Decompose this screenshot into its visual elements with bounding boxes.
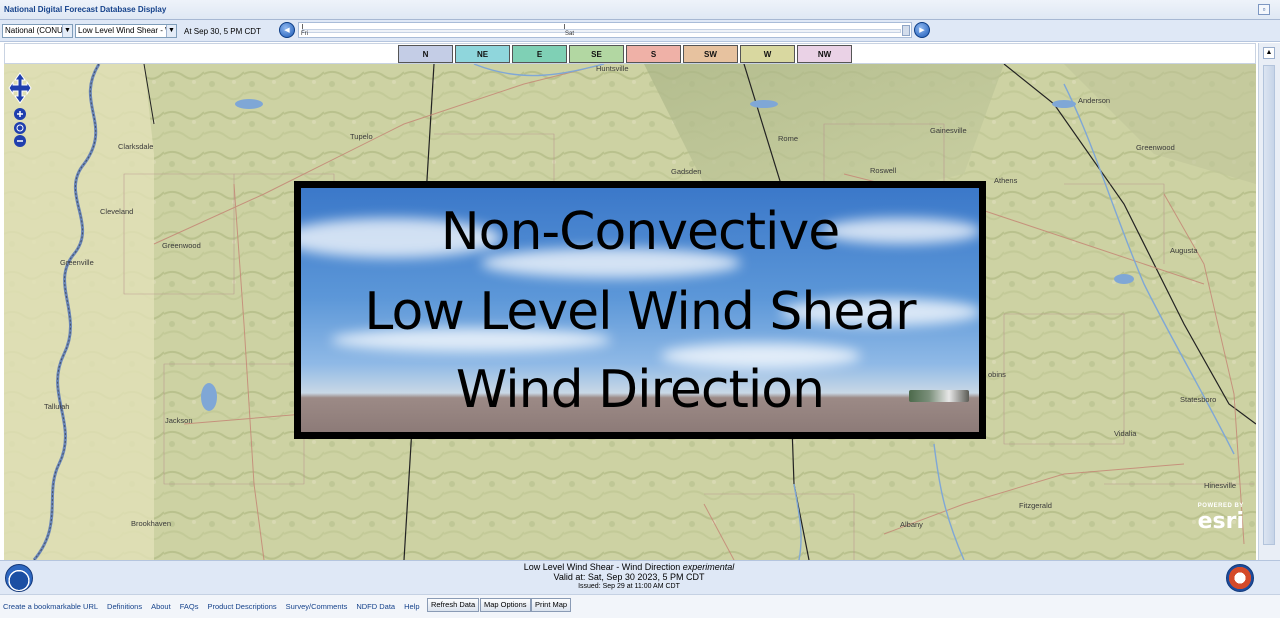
window-title: National Digital Forecast Database Displ… — [4, 5, 167, 14]
esri-logo: POWERED BY esri — [1198, 503, 1244, 534]
map-city-label: Jackson — [165, 416, 193, 425]
legend-item-e: E — [512, 45, 567, 63]
link-ndfd-data[interactable]: NDFD Data — [356, 602, 395, 611]
footer-link-bar: Create a bookmarkable URL Definitions Ab… — [0, 594, 1280, 618]
map-city-label: Rome — [778, 134, 799, 143]
map-city-label: Athens — [994, 176, 1018, 185]
map-city-label: Gadsden — [671, 167, 702, 176]
scroll-up-icon[interactable]: ▲ — [1263, 47, 1275, 59]
map-city-label: Gainesville — [930, 126, 967, 135]
product-issued-time: Issued: Sep 29 at 11:00 AM CDT — [578, 583, 680, 590]
side-scrollbar[interactable]: ▲ — [1258, 43, 1280, 560]
map-city-label: Brookhaven — [131, 519, 172, 528]
link-product-descriptions[interactable]: Product Descriptions — [207, 602, 276, 611]
map-city-label: Cleveland — [100, 207, 134, 216]
link-help[interactable]: Help — [404, 602, 419, 611]
legend-item-nw: NW — [797, 45, 852, 63]
product-title: Low Level Wind Shear - Wind Direction — [523, 562, 681, 572]
product-valid-time: Valid at: Sat, Sep 30 2023, 5 PM CDT — [553, 572, 705, 582]
product-note: experimental — [682, 562, 735, 572]
map-city-label: Greenville — [60, 258, 94, 267]
direction-legend: N NE E SE S SW W NW — [398, 45, 852, 63]
overlay-title-line3: Wind Direction — [455, 360, 825, 420]
map-view[interactable]: Huntsville Tupelo Clarksdale Cleveland G… — [4, 64, 1256, 560]
link-bookmark-url[interactable]: Create a bookmarkable URL — [3, 602, 98, 611]
valid-time-label: At Sep 30, 5 PM CDT — [184, 27, 261, 36]
map-city-label: Statesboro — [1180, 395, 1217, 404]
pan-arrows-icon[interactable] — [8, 72, 32, 104]
previous-time-button[interactable]: ◀ — [279, 22, 295, 38]
time-slider-track[interactable] — [302, 29, 901, 33]
esri-brand: esri — [1197, 509, 1244, 534]
overlay-title-line2: Low Level Wind Shear — [364, 282, 916, 342]
next-time-button[interactable]: ▶ — [914, 22, 930, 38]
time-slider-handle[interactable] — [902, 25, 910, 36]
scrollbar-track[interactable] — [1263, 65, 1275, 545]
map-city-label: Fitzgerald — [1019, 501, 1052, 510]
link-about[interactable]: About — [151, 602, 171, 611]
title-overlay-card: Non-Convective Low Level Wind Shear Wind… — [294, 181, 986, 439]
timeline-day-label: Fri — [301, 31, 308, 37]
product-select-value: Low Level Wind Shear - W — [78, 26, 173, 35]
map-city-label: Albany — [900, 520, 923, 529]
legend-item-ne: NE — [455, 45, 510, 63]
link-definitions[interactable]: Definitions — [107, 602, 142, 611]
map-city-label: Clarksdale — [118, 142, 154, 151]
link-survey-comments[interactable]: Survey/Comments — [286, 602, 348, 611]
product-select[interactable]: Low Level Wind Shear - W ▼ — [75, 24, 177, 38]
chevron-down-icon[interactable]: ▼ — [62, 25, 72, 37]
restore-window-icon[interactable]: ▫ — [1258, 4, 1270, 15]
product-info-bar: Low Level Wind Shear - Wind Direction ex… — [0, 560, 1280, 594]
map-options-button[interactable]: Map Options — [480, 598, 531, 612]
timeline-day-label: Sat — [565, 31, 575, 37]
chevron-down-icon[interactable]: ▼ — [166, 25, 176, 37]
map-city-label: Augusta — [1170, 246, 1198, 255]
legend-item-sw: SW — [683, 45, 738, 63]
map-city-label: Tupelo — [350, 132, 373, 141]
refresh-data-button[interactable]: Refresh Data — [427, 598, 480, 612]
time-slider[interactable]: Fri Sat — [298, 22, 912, 38]
map-city-label: Hinesville — [1204, 481, 1237, 490]
link-faqs[interactable]: FAQs — [180, 602, 199, 611]
legend-item-n: N — [398, 45, 453, 63]
region-select-value: National (CONUS — [5, 26, 69, 35]
product-name: Low Level Wind Shear - Wind Direction ex… — [0, 562, 1258, 572]
map-city-label: Roswell — [870, 166, 897, 175]
zoom-control[interactable] — [13, 108, 27, 148]
region-select[interactable]: National (CONUS ▼ — [2, 24, 73, 38]
control-bar: National (CONUS ▼ Low Level Wind Shear -… — [0, 20, 1280, 42]
map-city-label: Vidalia — [1114, 429, 1137, 438]
map-city-label: Tallulah — [44, 402, 70, 411]
map-city-label: Greenwood — [162, 241, 201, 250]
window-titlebar: National Digital Forecast Database Displ… — [0, 0, 1280, 20]
nws-logo-icon[interactable] — [1226, 564, 1254, 592]
print-map-button[interactable]: Print Map — [531, 598, 572, 612]
legend-item-se: SE — [569, 45, 624, 63]
map-city-label: obins — [988, 370, 1006, 379]
map-city-label: Anderson — [1078, 96, 1111, 105]
legend-item-s: S — [626, 45, 681, 63]
legend-item-w: W — [740, 45, 795, 63]
overlay-title-line1: Non-Convective — [440, 202, 840, 262]
map-city-label: Greenwood — [1136, 143, 1175, 152]
map-city-label: Huntsville — [596, 64, 629, 73]
legend-strip: N NE E SE S SW W NW — [4, 43, 1256, 64]
